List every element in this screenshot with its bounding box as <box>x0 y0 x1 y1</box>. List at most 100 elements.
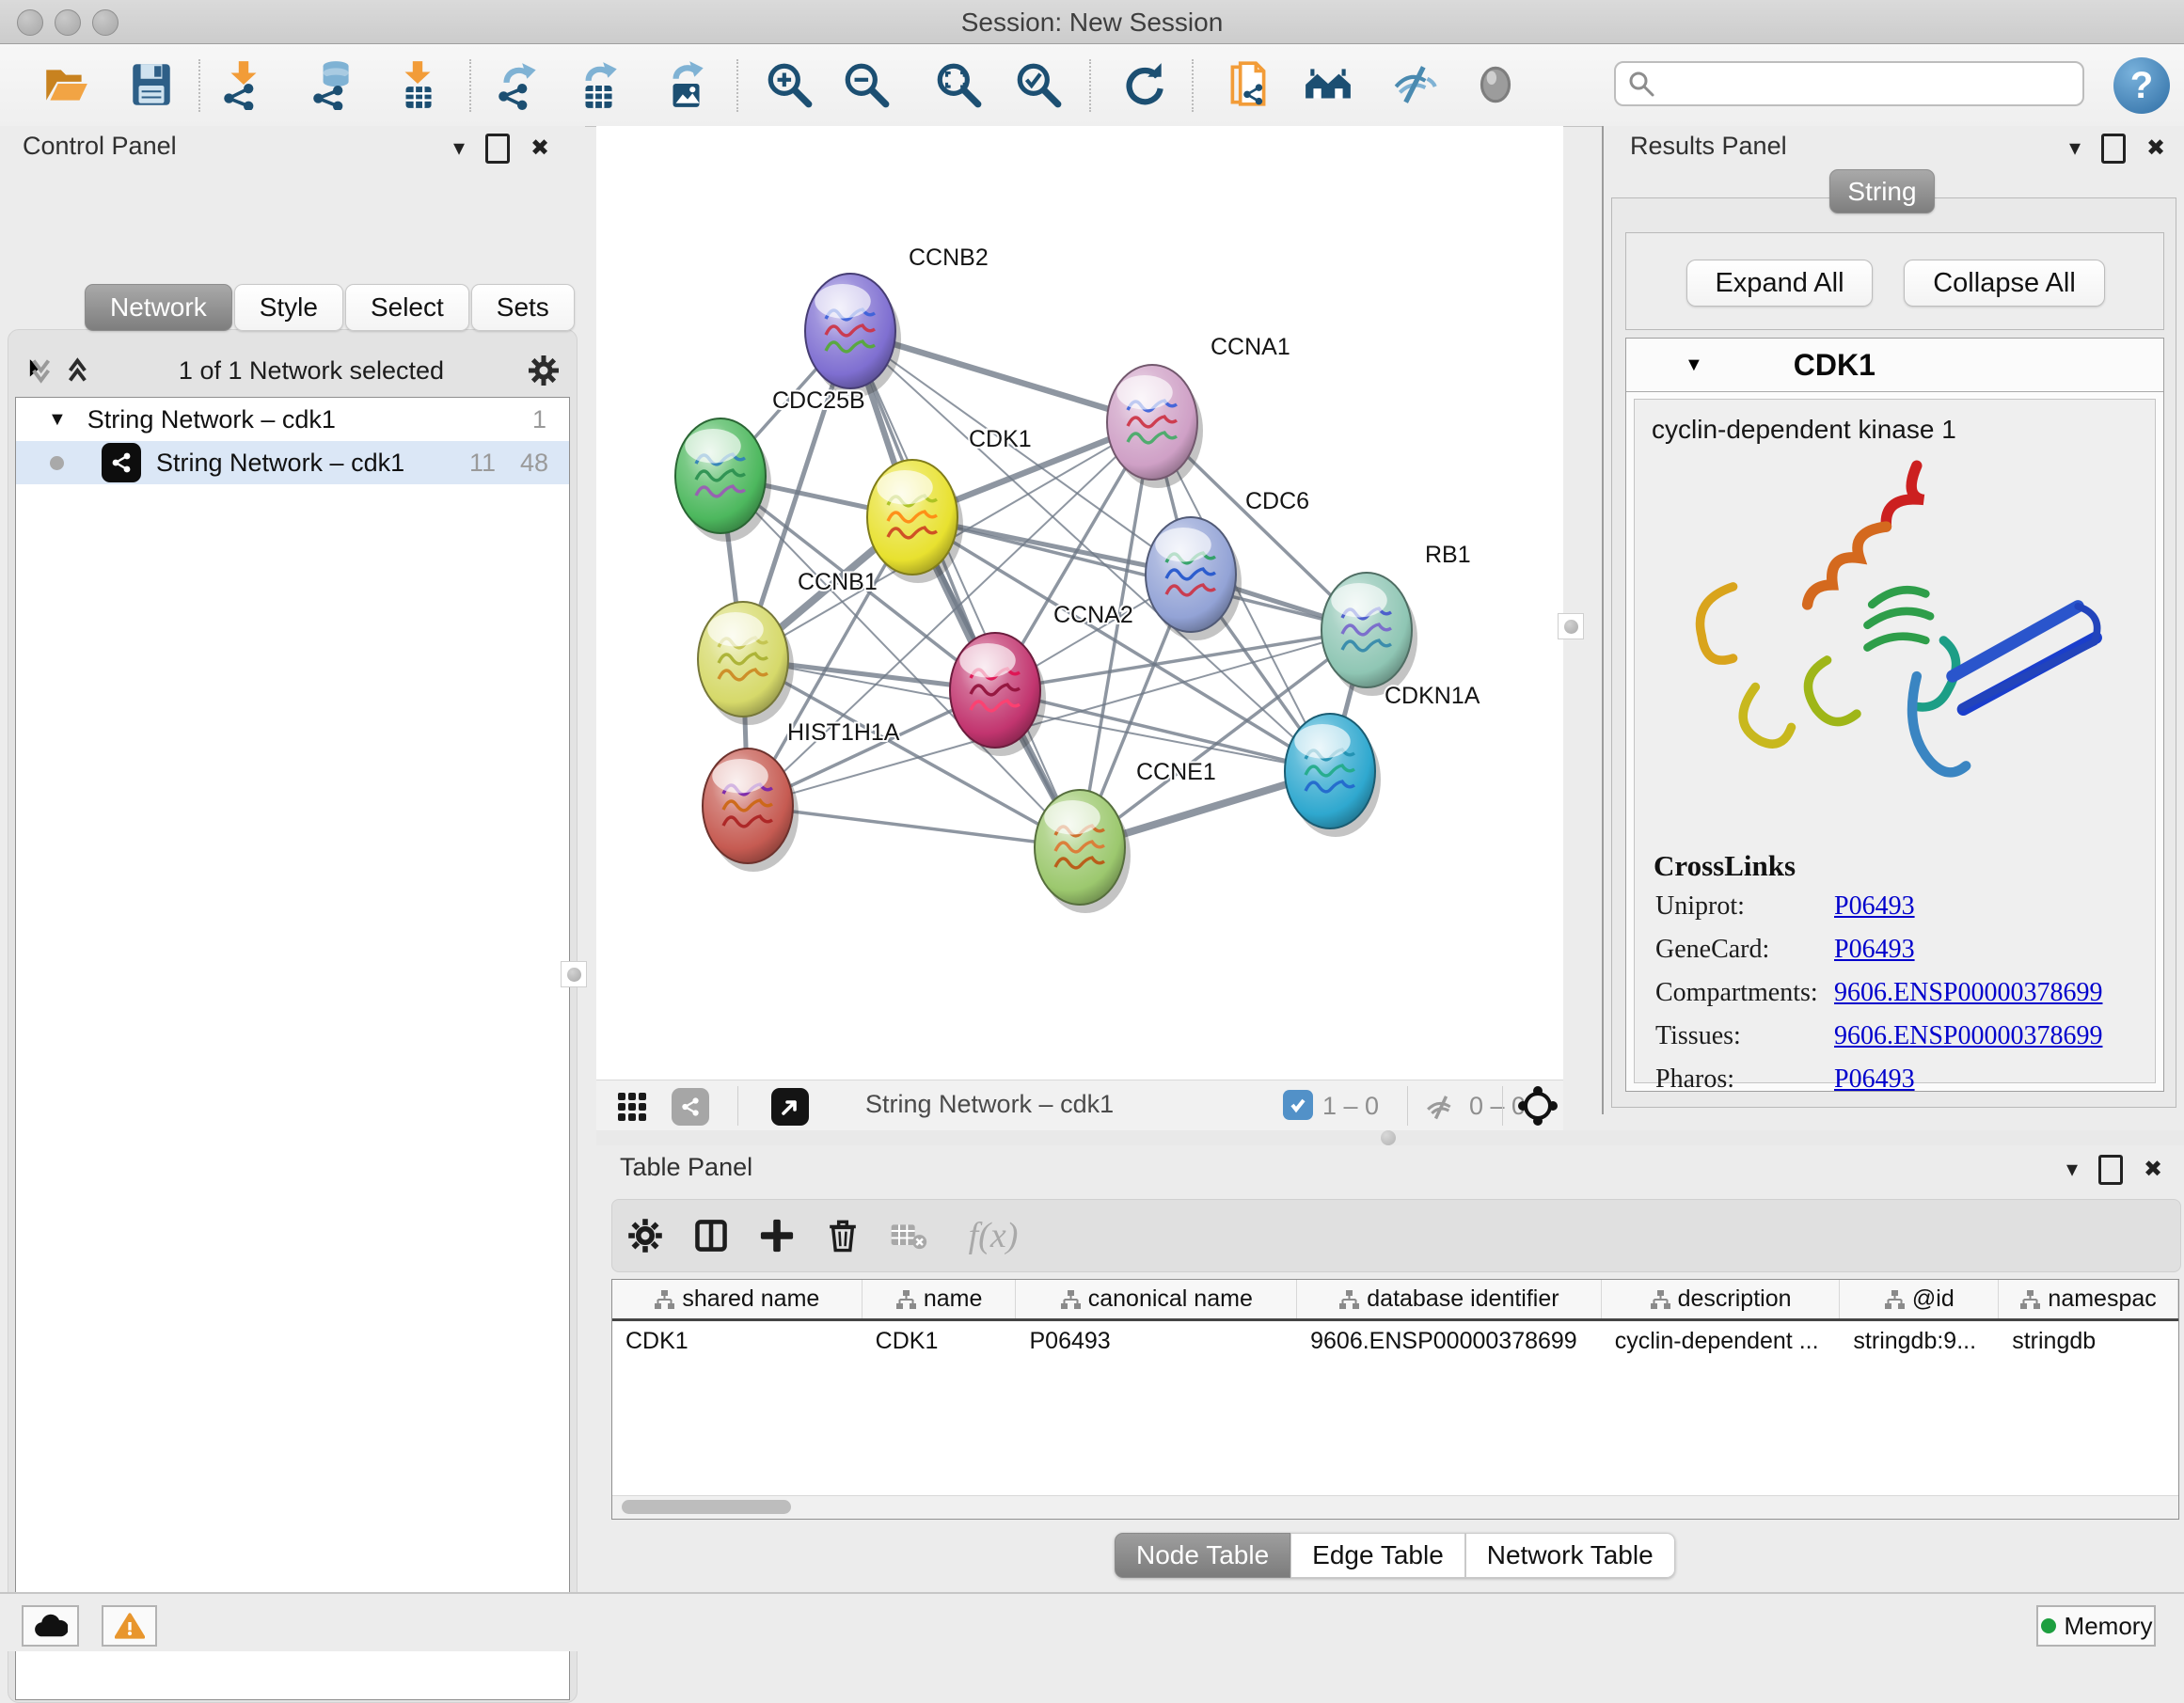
node-table[interactable]: shared namenamecanonical namedatabase id… <box>611 1279 2179 1520</box>
crosslink-link[interactable]: 9606.ENSP00000378699 <box>1834 1021 2102 1051</box>
search-input[interactable] <box>1655 69 2064 100</box>
crosslink-link[interactable]: P06493 <box>1834 891 1915 922</box>
warning-icon <box>115 1613 145 1639</box>
panel-float-icon[interactable] <box>485 134 510 164</box>
panel-close-icon[interactable]: ✖ <box>2146 137 2165 160</box>
tab-select[interactable]: Select <box>345 284 469 331</box>
disclosure-triangle-icon[interactable]: ▼ <box>1685 355 1703 376</box>
tab-string[interactable]: String <box>1829 169 1935 213</box>
column-header-shared-name[interactable]: shared name <box>612 1280 863 1318</box>
zoom-in-icon[interactable] <box>760 55 818 114</box>
network-canvas[interactable]: CCNB2CCNA1CDC25BCDK1CDC6RB1CCNB1CCNA2CDK… <box>596 126 1563 1080</box>
disclosure-triangle-icon[interactable]: ▼ <box>48 409 67 431</box>
network-node-cdkn1a[interactable]: CDKN1A <box>1285 683 1480 837</box>
gene-card-header[interactable]: ▼ CDK1 <box>1626 339 2163 392</box>
panel-close-icon[interactable]: ✖ <box>530 137 549 160</box>
network-edge[interactable] <box>912 517 1367 630</box>
network-node-ccna2[interactable]: CCNA2 <box>950 602 1133 756</box>
panel-close-icon[interactable]: ✖ <box>2144 1159 2162 1181</box>
network-node-ccna1[interactable]: CCNA1 <box>1107 334 1290 488</box>
network-node-ccnb1[interactable]: CCNB1 <box>698 569 878 725</box>
crosslink-link[interactable]: 9606.ENSP00000378699 <box>1834 978 2102 1008</box>
string-home-icon[interactable] <box>1299 55 1357 114</box>
tab-sets[interactable]: Sets <box>471 284 575 331</box>
tab-style[interactable]: Style <box>234 284 343 331</box>
column-header-database-identifier[interactable]: database identifier <box>1297 1280 1602 1318</box>
network-graph[interactable]: CCNB2CCNA1CDC25BCDK1CDC6RB1CCNB1CCNA2CDK… <box>596 126 1563 1080</box>
network-node-cdc25b[interactable]: CDC25B <box>675 387 865 542</box>
refresh-view-icon[interactable] <box>1115 55 1173 114</box>
column-header-name[interactable]: name <box>863 1280 1017 1318</box>
network-node-cdc6[interactable]: CDC6 <box>1146 488 1309 640</box>
column-header-description[interactable]: description <box>1602 1280 1841 1318</box>
collapse-all-button[interactable]: Collapse All <box>1904 260 2105 307</box>
export-network-icon[interactable] <box>489 55 547 114</box>
tab-network[interactable]: Network <box>85 284 232 331</box>
left-splitter-handle[interactable] <box>561 961 587 987</box>
network-node-hist1h1a[interactable]: HIST1H1A <box>703 719 900 872</box>
zoom-out-icon[interactable] <box>837 55 895 114</box>
hidden-eye-icon[interactable] <box>1424 1090 1458 1124</box>
expand-all-chevron-icon[interactable] <box>64 355 96 386</box>
right-splitter-handle[interactable] <box>1558 613 1584 639</box>
network-row[interactable]: String Network – cdk1 11 48 <box>16 441 569 484</box>
column-header-namespac[interactable]: namespac <box>1999 1280 2178 1318</box>
network-edge[interactable] <box>850 331 1080 847</box>
string-import-icon[interactable] <box>1219 55 1277 114</box>
table-options-gear-icon[interactable] <box>612 1207 678 1264</box>
control-panel: Control Panel ▾ ✖ NetworkStyleSelectSets… <box>0 126 585 1587</box>
title-bar: Session: New Session <box>0 0 2184 44</box>
table-row[interactable]: CDK1CDK1P064939606.ENSP00000378699cyclin… <box>612 1321 2178 1363</box>
expand-collapse-box: Expand All Collapse All <box>1625 232 2164 330</box>
horizontal-splitter[interactable] <box>596 1130 2184 1145</box>
create-column-icon[interactable] <box>744 1207 810 1264</box>
birdseye-toggle-icon[interactable] <box>1518 1086 1558 1126</box>
show-columns-icon[interactable] <box>678 1207 744 1264</box>
network-thumbnail-icon[interactable] <box>672 1088 709 1126</box>
zoom-fit-icon[interactable] <box>929 55 988 114</box>
import-network-database-icon[interactable] <box>305 55 363 114</box>
export-image-icon[interactable] <box>657 55 715 114</box>
search-field[interactable] <box>1614 61 2084 106</box>
open-session-icon[interactable] <box>37 55 95 114</box>
network-node-ccne1[interactable]: CCNE1 <box>1035 759 1216 913</box>
collapse-all-chevron-icon[interactable] <box>23 355 55 386</box>
table-horizontal-scrollbar[interactable] <box>612 1495 2178 1519</box>
string-results-container: Expand All Collapse All ▼ CDK1 cyclin-de… <box>1611 197 2176 1108</box>
import-network-file-icon[interactable] <box>214 55 273 114</box>
crosslink-link[interactable]: P06493 <box>1834 935 1915 965</box>
control-panel-tabs: NetworkStyleSelectSets <box>85 284 577 331</box>
export-table-icon[interactable] <box>569 55 627 114</box>
hide-unhide-icon[interactable] <box>1386 55 1445 114</box>
grid-view-icon[interactable] <box>617 1092 647 1122</box>
network-options-gear-icon[interactable] <box>527 354 561 387</box>
toolbar-separator <box>736 59 738 112</box>
panel-float-icon[interactable] <box>2101 134 2126 164</box>
network-node-rb1[interactable]: RB1 <box>1321 542 1471 696</box>
help-button[interactable]: ? <box>2113 57 2170 114</box>
open-in-window-icon[interactable] <box>771 1088 809 1126</box>
birdseye-icon[interactable] <box>1466 55 1525 114</box>
panel-float-icon[interactable] <box>2098 1155 2123 1185</box>
network-label: String Network – cdk1 <box>156 449 404 478</box>
zoom-selected-icon[interactable] <box>1009 55 1068 114</box>
warnings-button[interactable] <box>102 1605 157 1647</box>
expand-all-button[interactable]: Expand All <box>1686 260 1873 307</box>
column-header-canonical-name[interactable]: canonical name <box>1016 1280 1297 1318</box>
scrollbar-thumb[interactable] <box>622 1500 791 1514</box>
network-collection-row[interactable]: ▼ String Network – cdk1 1 <box>16 398 569 441</box>
crosslink-link[interactable]: P06493 <box>1834 1064 1915 1095</box>
panel-menu-icon[interactable]: ▾ <box>453 137 465 160</box>
tab-node-table[interactable]: Node Table <box>1115 1533 1290 1578</box>
automation-cloud-button[interactable] <box>22 1605 79 1647</box>
memory-button[interactable]: Memory <box>2036 1605 2156 1647</box>
tab-edge-table[interactable]: Edge Table <box>1290 1533 1465 1578</box>
column-header--id[interactable]: @id <box>1840 1280 1999 1318</box>
tab-network-table[interactable]: Network Table <box>1465 1533 1675 1578</box>
selected-checkbox-icon[interactable] <box>1283 1090 1313 1120</box>
import-table-file-icon[interactable] <box>388 55 447 114</box>
save-session-icon[interactable] <box>122 55 181 114</box>
panel-menu-icon[interactable]: ▾ <box>2069 137 2081 160</box>
panel-menu-icon[interactable]: ▾ <box>2066 1159 2078 1181</box>
delete-column-trash-icon[interactable] <box>810 1207 876 1264</box>
